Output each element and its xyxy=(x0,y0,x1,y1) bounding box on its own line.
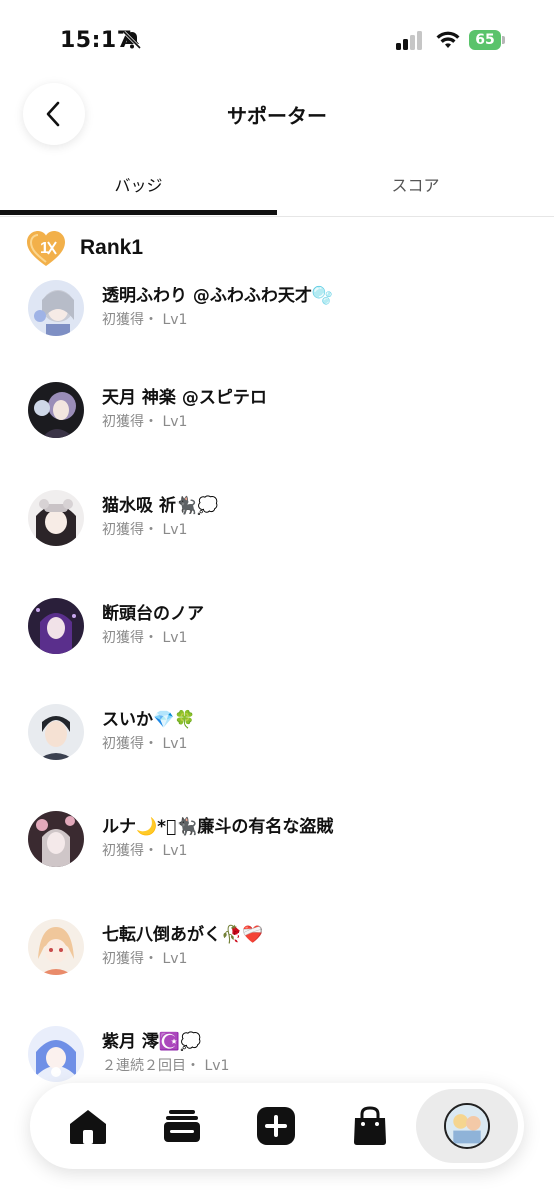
bell-muted-icon xyxy=(122,30,142,50)
supporter-row[interactable]: スいか💎🍀 初獲得・ Lv1 xyxy=(0,702,554,772)
active-tab-indicator xyxy=(0,210,277,215)
avatar xyxy=(28,382,84,438)
battery-tip xyxy=(502,36,505,44)
avatar xyxy=(28,919,84,975)
cellular-signal-icon xyxy=(396,31,422,50)
battery-level: 65 xyxy=(469,30,501,50)
avatar xyxy=(28,1026,84,1082)
rank-label: Rank1 xyxy=(80,236,144,259)
page-title: サポーター xyxy=(227,104,327,128)
bottom-navigation xyxy=(30,1083,524,1169)
supporter-name: 天月 神楽 @スピテロ xyxy=(102,388,267,408)
supporter-meta: 初獲得・ Lv1 xyxy=(102,736,188,752)
supporter-row[interactable]: 七転八倒あがく🥀❤️‍🩹 初獲得・ Lv1 xyxy=(0,917,554,987)
rank-heart-badge-icon: 1 xyxy=(27,231,65,266)
avatar xyxy=(28,704,84,760)
supporter-name: 透明ふわり @ふわふわ天才🫧 xyxy=(102,286,334,306)
shop-bag-icon[interactable] xyxy=(348,1104,392,1148)
supporter-name: 猫水吸 祈🐈‍⬛💭 xyxy=(102,496,219,516)
supporter-row[interactable]: 天月 神楽 @スピテロ 初獲得・ Lv1 xyxy=(0,380,554,450)
avatar xyxy=(28,811,84,867)
supporter-name: 断頭台のノア xyxy=(102,604,204,624)
status-bar: 15:17 65 xyxy=(0,0,554,80)
plus-icon[interactable] xyxy=(254,1104,298,1148)
avatar xyxy=(28,598,84,654)
supporter-name: 七転八倒あがく🥀❤️‍🩹 xyxy=(102,925,264,945)
wifi-icon xyxy=(436,31,460,48)
rank-section-header: 1 Rank1 xyxy=(26,230,426,270)
avatar xyxy=(28,280,84,336)
battery-indicator: 65 xyxy=(469,30,505,52)
supporter-meta: ２連続２回目・ Lv1 xyxy=(102,1058,230,1074)
supporter-meta: 初獲得・ Lv1 xyxy=(102,414,188,430)
profile-avatar[interactable] xyxy=(444,1103,490,1149)
supporter-row[interactable]: 透明ふわり @ふわふわ天才🫧 初獲得・ Lv1 xyxy=(0,278,554,348)
supporter-name: 紫月 澪☪️💭 xyxy=(102,1032,202,1052)
supporter-meta: 初獲得・ Lv1 xyxy=(102,312,188,328)
supporter-name: スいか💎🍀 xyxy=(102,710,196,730)
supporter-row[interactable]: 断頭台のノア 初獲得・ Lv1 xyxy=(0,596,554,666)
avatar xyxy=(28,490,84,546)
supporter-name: ルナ🌙*ﾟ🐈‍⬛廉斗の有名な盗賊 xyxy=(102,817,334,837)
supporter-row[interactable]: ルナ🌙*ﾟ🐈‍⬛廉斗の有名な盗賊 初獲得・ Lv1 xyxy=(0,809,554,879)
supporter-meta: 初獲得・ Lv1 xyxy=(102,843,188,859)
supporter-meta: 初獲得・ Lv1 xyxy=(102,630,188,646)
tab-badges[interactable]: バッジ xyxy=(0,168,277,208)
cards-icon[interactable] xyxy=(160,1104,204,1148)
supporter-row[interactable]: 猫水吸 祈🐈‍⬛💭 初獲得・ Lv1 xyxy=(0,488,554,558)
tab-score[interactable]: スコア xyxy=(277,168,554,208)
supporter-meta: 初獲得・ Lv1 xyxy=(102,951,188,967)
tab-bar: バッジ スコア xyxy=(0,168,554,217)
home-icon[interactable] xyxy=(66,1104,110,1148)
supporter-meta: 初獲得・ Lv1 xyxy=(102,522,188,538)
